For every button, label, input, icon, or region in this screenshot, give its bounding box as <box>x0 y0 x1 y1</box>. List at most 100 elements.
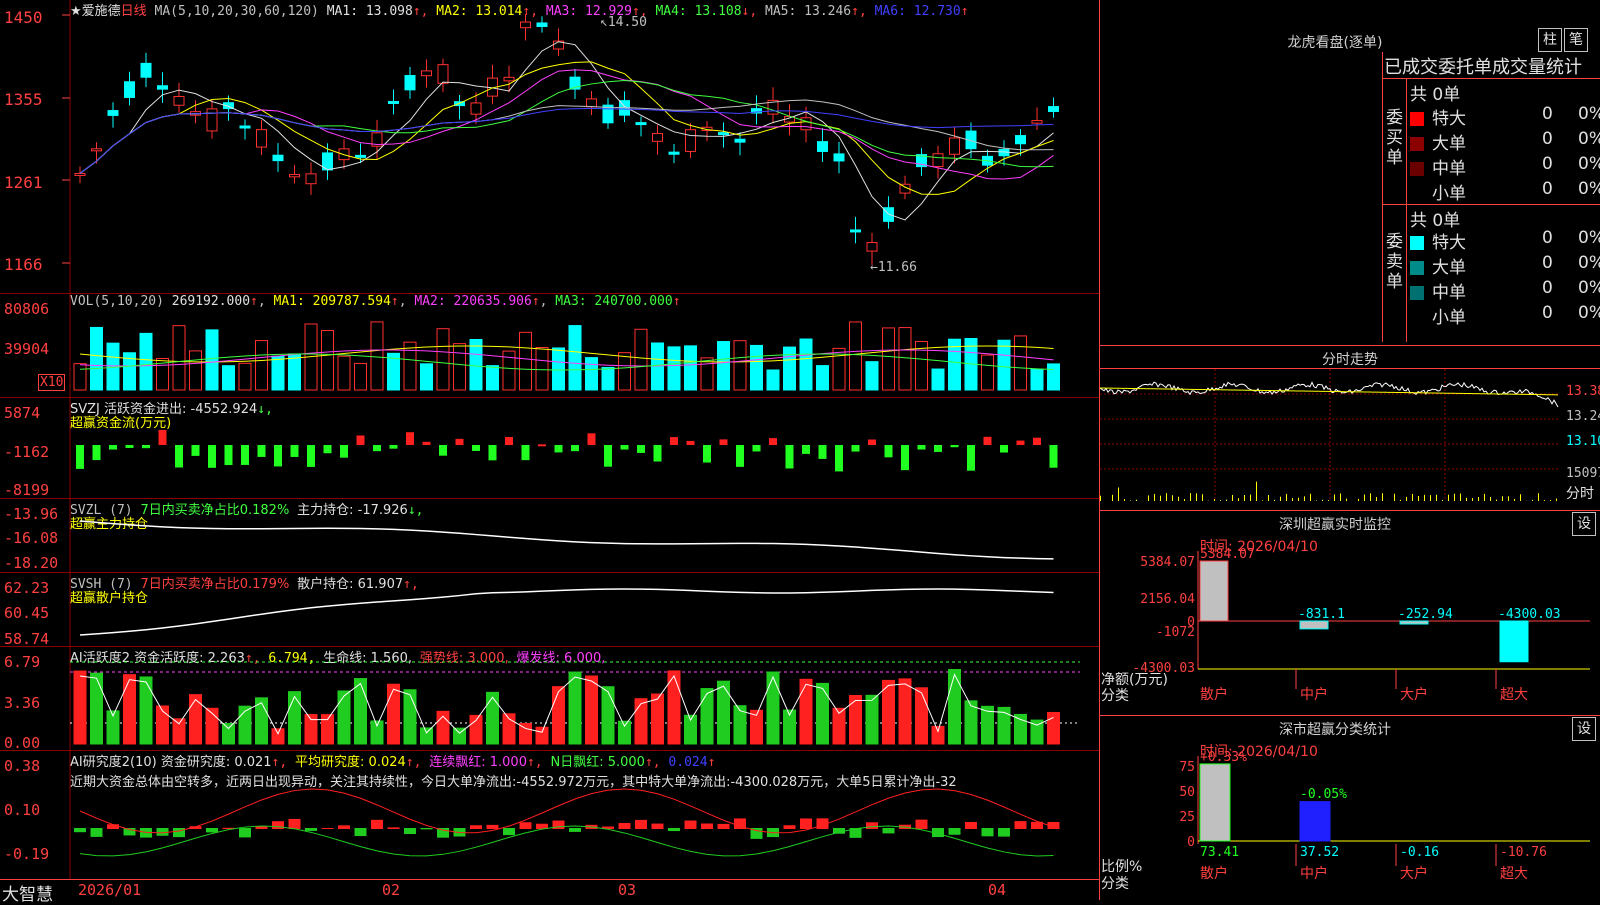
flow-bar <box>1050 445 1058 468</box>
intraday-vol <box>1460 494 1461 501</box>
svzj-panel[interactable]: SVZJ 活跃资金进出: -4552.924↓, 超赢资金流(万元) 5874 … <box>0 398 1100 499</box>
research-bar <box>305 828 317 831</box>
svzl-panel[interactable]: SVZL (7) 7日内买卖净占比0.182% 主力持仓: -17.926↓, … <box>0 499 1100 573</box>
bar-mode-button[interactable]: 柱 <box>1538 28 1562 52</box>
candle <box>636 123 646 125</box>
candle <box>686 130 696 152</box>
tick-mode-button[interactable]: 笔 <box>1564 28 1588 52</box>
longhu-panel: 龙虎看盘(逐单) 柱 笔 已成交委托单成交量统计 委买单 委卖单 共 0单 共 … <box>1100 0 1600 345</box>
flow-bar <box>522 445 530 460</box>
monitor-category-3: 超大 <box>1500 687 1528 703</box>
monitor-category-1: 中户 <box>1300 686 1328 703</box>
volume-bar <box>74 364 86 390</box>
flow-bar <box>307 445 315 467</box>
intraday-vol <box>1466 498 1467 501</box>
classify-axis-label: 25 <box>1179 810 1195 825</box>
candle <box>273 155 283 160</box>
classify-top-label-1: -0.05% <box>1300 787 1347 802</box>
monitor-axis-label: -1072 <box>1156 625 1195 640</box>
retail-chart[interactable] <box>0 573 1100 646</box>
research-bar <box>173 828 185 837</box>
volume-chart[interactable] <box>0 294 1100 397</box>
intraday-price-line <box>1100 382 1558 407</box>
candle <box>1049 107 1059 112</box>
intraday-vol <box>1376 497 1377 501</box>
classify-value-3: -10.76 <box>1500 845 1547 860</box>
research-chart[interactable] <box>0 751 1100 879</box>
flow-bar <box>93 445 101 460</box>
flow-bar <box>126 445 134 448</box>
monitor-cat-label: 分类 <box>1101 685 1129 705</box>
candlestick-chart[interactable] <box>0 0 1100 293</box>
intraday-vol <box>1496 500 1497 501</box>
candle <box>306 174 316 184</box>
fund-flow-chart[interactable] <box>0 398 1100 498</box>
intraday-vol <box>1556 498 1557 501</box>
ai-activity-panel[interactable]: AI活跃度2 资金活跃度: 2.263↑, 6.794, 生命线: 1.560,… <box>0 647 1100 751</box>
longhu-title: 龙虎看盘(逐单) <box>1100 32 1570 52</box>
research-bar <box>635 820 647 829</box>
ma-line-4 <box>80 81 1054 174</box>
longhu-subtitle: 已成交委托单成交量统计 <box>1384 53 1600 79</box>
activity-bar <box>223 724 235 744</box>
flow-bar <box>984 437 992 445</box>
intraday-vol <box>1520 494 1521 501</box>
flow-bar <box>373 445 381 451</box>
candle <box>851 230 861 232</box>
intraday-vol <box>1124 499 1125 501</box>
intraday-vol <box>1316 500 1317 501</box>
classify-panel: 深市超赢分类统计 设 时间: 2026/04/10 755025073.41散户… <box>1100 715 1600 901</box>
volume-bar <box>520 332 532 390</box>
monitor-axis-label: 5384.07 <box>1140 555 1195 570</box>
intraday-vol <box>1436 495 1437 501</box>
volume-bar <box>173 326 185 390</box>
activity-bar <box>289 692 301 744</box>
volume-bar <box>998 340 1010 390</box>
activity-chart[interactable] <box>0 647 1100 750</box>
svsh-panel[interactable]: SVSH (7) 7日内买卖净占比0.179% 散户持仓: 61.907↑, 超… <box>0 573 1100 647</box>
flow-bar <box>835 445 843 471</box>
volume-bar <box>470 339 482 390</box>
flow-bar <box>852 445 860 452</box>
research-bar <box>685 821 697 829</box>
ai-research-panel[interactable]: AI研究度2(10) 资金研究度: 0.021↑, 平均研究度: 0.024↑,… <box>0 751 1100 879</box>
classify-category-2: 大户 <box>1400 865 1428 882</box>
research-bar <box>883 828 895 833</box>
research-bar <box>239 828 251 837</box>
volume-bar <box>1015 336 1027 390</box>
volume-bar <box>602 367 614 390</box>
candle <box>834 154 844 161</box>
candle <box>471 103 481 114</box>
classify-chart[interactable]: 755025073.41散户37.52中户-0.16大户-10.76超大+0.3… <box>1100 716 1600 901</box>
activity-bar <box>635 699 647 744</box>
row-percent: 0% <box>1578 303 1600 323</box>
flow-bar <box>703 445 711 463</box>
monitor-bar-1 <box>1300 621 1328 629</box>
volume-bar <box>272 356 284 390</box>
candle <box>950 138 960 154</box>
candle <box>108 111 118 116</box>
volume-bar <box>289 354 301 390</box>
volume-bar <box>1048 364 1060 390</box>
intraday-vol <box>1304 496 1305 501</box>
intraday-vol <box>1136 500 1137 501</box>
volume-bar <box>206 330 218 390</box>
row-percent: 0% <box>1578 104 1600 124</box>
row-name: 小单 <box>1432 308 1466 328</box>
volume-panel[interactable]: VOL(5,10,20) 269192.000↑, MA1: 209787.59… <box>0 294 1100 398</box>
ma-line-3 <box>80 70 1054 179</box>
flow-bar <box>291 445 299 457</box>
intraday-chart[interactable] <box>1100 346 1600 511</box>
intraday-vol <box>1400 500 1401 501</box>
activity-bar <box>652 694 664 744</box>
price-panel[interactable]: ★爱施德日线 MA(5,10,20,30,60,120) MA1: 13.098… <box>0 0 1100 294</box>
candle <box>158 86 168 89</box>
main-force-chart[interactable] <box>0 499 1100 572</box>
volume-bar <box>784 347 796 390</box>
research-bar <box>916 820 928 829</box>
classify-axis-label: 75 <box>1179 760 1195 775</box>
flow-bar <box>967 445 975 471</box>
intraday-vol <box>1532 500 1533 501</box>
intraday-vol <box>1472 498 1473 501</box>
monitor-chart[interactable]: 5384.072156.040-1072-4300.035384.07散户-83… <box>1100 511 1600 716</box>
